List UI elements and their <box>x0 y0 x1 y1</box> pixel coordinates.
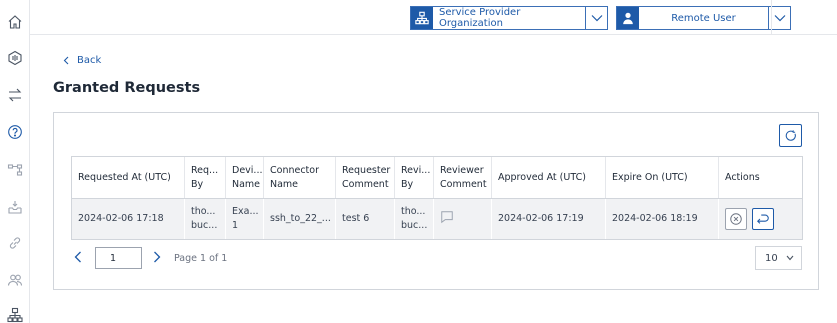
close-circle-icon <box>730 213 742 225</box>
topbar-divider <box>771 0 772 35</box>
revoke-button[interactable] <box>752 208 774 230</box>
app-root: Service Provider Organization Remote Use… <box>0 0 837 323</box>
transfer-icon[interactable] <box>3 83 27 107</box>
device-name-cell: Exa... 1 <box>225 198 264 240</box>
home-icon[interactable] <box>3 10 27 34</box>
requested-by-cell: tho... buc... <box>184 198 226 240</box>
connector-name-cell: ssh_to_22_... <box>263 198 336 240</box>
table-header-row: Requested At (UTC) Req... By Devi... Nam… <box>71 156 803 199</box>
chevron-left-icon[interactable] <box>74 251 82 266</box>
user-icon <box>617 7 639 29</box>
granted-requests-table: Requested At (UTC) Req... By Devi... Nam… <box>71 156 803 240</box>
users-icon[interactable] <box>3 268 27 292</box>
page-number-input[interactable] <box>95 247 142 269</box>
link-icon[interactable] <box>3 231 27 255</box>
refresh-button[interactable] <box>779 124 802 147</box>
page-size-select[interactable]: 10 <box>755 246 802 270</box>
hierarchy-icon[interactable] <box>3 303 27 323</box>
column-header[interactable]: Connector Name <box>263 156 336 199</box>
refresh-icon <box>785 129 796 141</box>
column-header[interactable]: Reviewer Comment <box>433 156 492 199</box>
chevron-down-icon[interactable] <box>585 7 607 29</box>
device-icon[interactable] <box>3 46 27 70</box>
column-header[interactable]: Requested At (UTC) <box>71 156 185 199</box>
deny-button[interactable] <box>725 208 747 230</box>
top-bar: Service Provider Organization Remote Use… <box>30 0 837 35</box>
page-size-value: 10 <box>765 252 778 264</box>
user-label: Remote User <box>671 12 736 24</box>
organization-label: Service Provider Organization <box>439 7 521 29</box>
back-link[interactable]: Back <box>63 55 101 66</box>
page-title: Granted Requests <box>53 80 201 96</box>
reviewed-by-cell: tho... buc... <box>394 198 434 240</box>
inbox-icon[interactable] <box>3 195 27 219</box>
column-header[interactable]: Revi... By <box>394 156 434 199</box>
hierarchy-icon <box>411 7 433 29</box>
expire-on-cell: 2024-02-06 18:19 <box>605 198 719 240</box>
column-header[interactable]: Approved At (UTC) <box>491 156 606 199</box>
table-row[interactable]: 2024-02-06 17:18 tho... buc... Exa... 1 … <box>71 198 803 240</box>
column-header: Actions <box>718 156 803 199</box>
chevron-right-icon[interactable] <box>153 251 161 266</box>
requester-comment-cell: test 6 <box>335 198 395 240</box>
chevron-left-icon <box>63 56 69 65</box>
column-header[interactable]: Req... By <box>184 156 226 199</box>
undo-icon <box>757 214 769 224</box>
column-header[interactable]: Expire On (UTC) <box>605 156 719 199</box>
organization-selector[interactable]: Service Provider Organization <box>410 6 608 30</box>
approved-at-cell: 2024-02-06 17:19 <box>491 198 606 240</box>
back-label: Back <box>77 55 102 66</box>
help-icon[interactable] <box>3 120 27 144</box>
reviewer-comment-cell <box>433 198 492 240</box>
side-nav-rail <box>0 0 30 323</box>
column-header[interactable]: Devi... Name <box>225 156 264 199</box>
pagination: Page 1 of 1 <box>74 247 227 269</box>
comment-icon[interactable] <box>440 210 454 227</box>
page-info: Page 1 of 1 <box>174 252 228 264</box>
column-header[interactable]: Requester Comment <box>335 156 395 199</box>
actions-cell <box>718 198 803 240</box>
requested-at-cell: 2024-02-06 17:18 <box>71 198 185 240</box>
chevron-down-icon <box>786 255 794 261</box>
requests-card: Requested At (UTC) Req... By Devi... Nam… <box>53 112 819 290</box>
user-selector[interactable]: Remote User <box>616 6 791 30</box>
workflow-icon[interactable] <box>3 158 27 182</box>
